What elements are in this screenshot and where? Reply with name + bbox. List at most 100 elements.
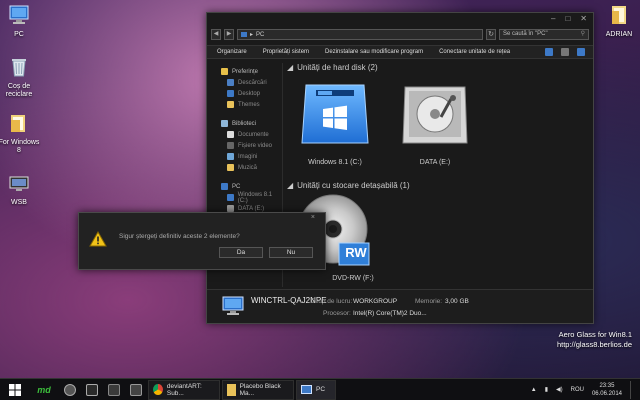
nav-item-themes[interactable]: Themes: [207, 99, 282, 110]
collapse-icon: ◢: [287, 181, 294, 190]
start-button[interactable]: [2, 380, 28, 400]
search-input[interactable]: Se caută în "PC" ⚲: [499, 29, 589, 40]
md-logo-icon: md: [37, 384, 51, 395]
hard-disk-icon: [402, 86, 468, 144]
document-icon: [227, 131, 234, 138]
title-bar[interactable]: – □ ✕: [207, 13, 593, 25]
details-pane: WINCTRL-QAJ2NPE Grup de lucru: WORKGROUP…: [207, 289, 593, 323]
desktop-icon-pc[interactable]: PC: [0, 4, 42, 39]
pc-icon: [222, 296, 244, 315]
show-desktop-button[interactable]: [630, 380, 634, 399]
music-icon: [227, 164, 234, 171]
volume-icon[interactable]: ◀): [556, 386, 563, 393]
system-tray: ▲ ▮ ◀) ROU 23:35 06.06.2014: [531, 380, 640, 399]
nav-item-music[interactable]: Muzică: [207, 162, 282, 173]
windows-logo-icon: [9, 383, 21, 396]
windows-drive-icon: [227, 194, 234, 201]
watermark-line-1: Aero Glass for Win8.1: [558, 330, 632, 339]
back-button[interactable]: ◀: [211, 29, 221, 40]
show-hidden-icons-icon[interactable]: ▲: [531, 387, 537, 393]
pinned-app-settings[interactable]: [82, 380, 102, 400]
workgroup-value: WORKGROUP: [353, 298, 398, 305]
user-folder-icon: [612, 6, 626, 24]
command-bar: Organizare Proprietăți sistem Dezinstala…: [207, 45, 593, 59]
explorer-window: – □ ✕ ◀ ▶ ▸ PC ↻ Se caută în "PC" ⚲ Orga…: [206, 12, 594, 324]
nav-item-downloads[interactable]: Descărcări: [207, 77, 282, 88]
language-indicator[interactable]: ROU: [571, 387, 584, 393]
group-hard-disks[interactable]: ◢ Unități de hard disk (2): [287, 63, 378, 72]
minimize-icon[interactable]: –: [551, 14, 555, 23]
library-icon: [221, 120, 228, 127]
preview-pane-icon[interactable]: [561, 48, 569, 56]
pc-icon: [9, 5, 29, 24]
gear-icon: [86, 383, 98, 396]
pinned-app-media[interactable]: [104, 380, 124, 400]
media-player-icon: [108, 383, 120, 396]
uninstall-program-button[interactable]: Dezinstalare sau modificare program: [325, 49, 423, 55]
nav-item-pictures[interactable]: Imagini: [207, 151, 282, 162]
close-icon[interactable]: ×: [311, 214, 315, 221]
desktop-icon-for-windows-8[interactable]: For Windows 8: [0, 112, 42, 155]
pc-icon: [301, 385, 312, 394]
nav-item-documents[interactable]: Documente: [207, 129, 282, 140]
drive-e[interactable]: DATA (E:): [395, 81, 475, 166]
taskbar: md deviantART: Sub... Placebo Black Ma..…: [0, 378, 640, 400]
system-properties-button[interactable]: Proprietăți sistem: [263, 49, 309, 55]
warning-icon: [89, 231, 107, 247]
refresh-button[interactable]: ↻: [486, 29, 496, 40]
nav-item-desktop[interactable]: Desktop: [207, 88, 282, 99]
workgroup-label: Grup de lucru:: [311, 298, 353, 305]
nav-pc-header[interactable]: PC: [207, 181, 282, 192]
folder-icon: [11, 115, 25, 132]
desktop-icon-wsb[interactable]: WSB: [0, 172, 42, 207]
no-button[interactable]: Nu: [269, 247, 313, 258]
maximize-icon[interactable]: □: [565, 14, 570, 23]
clock[interactable]: 23:35 06.06.2014: [592, 382, 622, 398]
breadcrumb-arrow-icon: ▸: [250, 32, 254, 38]
search-icon: ⚲: [580, 31, 585, 37]
recycle-bin-icon: [12, 59, 26, 77]
taskbar-item-pc[interactable]: PC: [296, 379, 336, 400]
nav-favorites-header[interactable]: Preferințe: [207, 66, 282, 77]
search-placeholder: Se caută în "PC": [503, 31, 548, 37]
map-network-drive-button[interactable]: Conectare unitate de rețea: [439, 49, 510, 55]
processor-value: Intel(R) Core(TM)2 Duo...: [353, 310, 427, 317]
forward-button[interactable]: ▶: [224, 29, 234, 40]
nav-item-drive-c[interactable]: Windows 8.1 (C:): [207, 192, 282, 204]
pinned-app-twitter[interactable]: [126, 380, 146, 400]
taskbar-item-folder[interactable]: Placebo Black Ma...: [222, 379, 294, 400]
close-icon[interactable]: ✕: [580, 14, 587, 23]
nav-item-videos[interactable]: Fișiere video: [207, 140, 282, 151]
steam-icon: [64, 383, 76, 396]
desktop-icon-adrian[interactable]: ADRIAN: [596, 4, 640, 39]
help-icon[interactable]: [577, 48, 585, 56]
desktop-icon-label: WSB: [11, 199, 27, 206]
pc-icon: [241, 32, 247, 37]
pinned-app-steam[interactable]: [60, 380, 80, 400]
delete-confirm-dialog: × Sigur ștergeți definitiv aceste 2 elem…: [78, 212, 326, 270]
chrome-icon: [153, 384, 163, 395]
desktop-icon-recycle-bin[interactable]: Coș de reciclare: [0, 56, 42, 99]
group-removable[interactable]: ◢ Unități cu stocare detașabilă (1): [287, 181, 410, 190]
star-icon: [221, 68, 228, 75]
taskbar-item-chrome[interactable]: deviantART: Sub...: [148, 379, 220, 400]
windows-drive-icon: [301, 84, 369, 144]
folder-icon: [227, 383, 236, 396]
organize-button[interactable]: Organizare: [217, 49, 247, 55]
pinned-app-md[interactable]: md: [30, 380, 58, 400]
address-bar[interactable]: ▸ PC: [237, 29, 483, 40]
desktop-icon: [227, 90, 234, 97]
view-options-icon[interactable]: [545, 48, 553, 56]
yes-button[interactable]: Da: [219, 247, 263, 258]
content-pane: ◢ Unități de hard disk (2) Windows 8.1 (…: [287, 63, 589, 287]
breadcrumb[interactable]: PC: [256, 32, 264, 38]
network-icon[interactable]: ▮: [545, 386, 548, 393]
clock-time: 23:35: [599, 382, 615, 389]
dvd-badge: RW: [345, 245, 367, 260]
nav-libraries-header[interactable]: Biblioteci: [207, 118, 282, 129]
folder-icon: [227, 101, 234, 108]
desktop-icon-label: PC: [14, 31, 24, 38]
processor-label: Procesor:: [323, 310, 351, 317]
drive-icon: [227, 205, 234, 212]
drive-c[interactable]: Windows 8.1 (C:): [295, 77, 375, 166]
